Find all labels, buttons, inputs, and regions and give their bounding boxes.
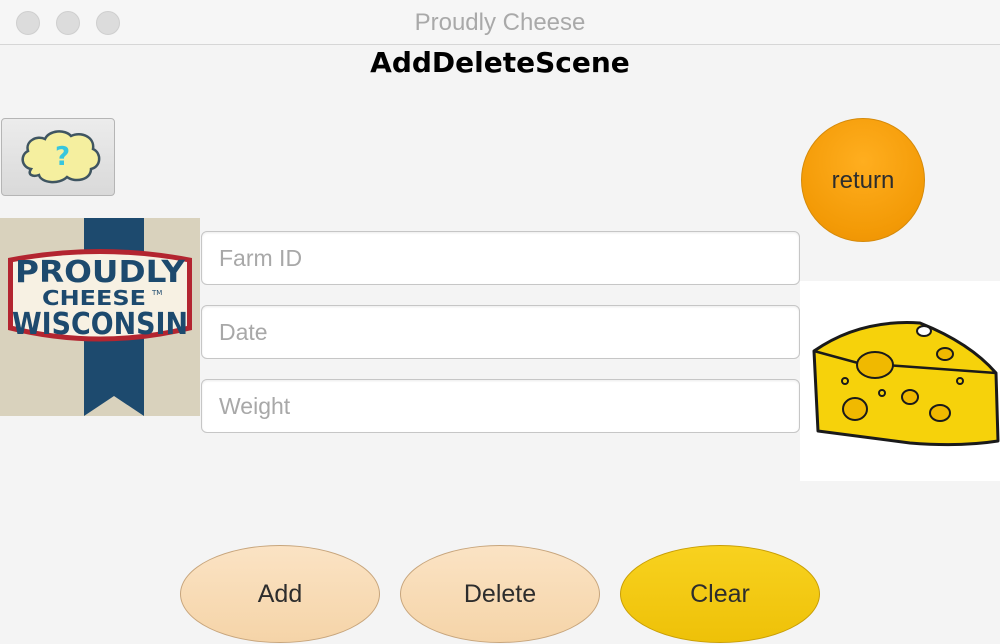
date-field[interactable] bbox=[201, 305, 800, 359]
return-button[interactable]: return bbox=[801, 118, 925, 242]
add-button[interactable]: Add bbox=[180, 545, 380, 643]
svg-text:PROUDLY: PROUDLY bbox=[15, 255, 186, 290]
delete-button[interactable]: Delete bbox=[400, 545, 600, 643]
svg-text:WISCONSIN: WISCONSIN bbox=[12, 307, 188, 342]
scene-title: AddDeleteScene bbox=[370, 46, 630, 79]
clear-button[interactable]: Clear bbox=[620, 545, 820, 643]
window-title: Proudly Cheese bbox=[414, 9, 586, 36]
window-titlebar: Proudly Cheese bbox=[0, 0, 1000, 45]
help-question-mark: ? bbox=[55, 142, 70, 172]
proudly-wisconsin-cheese-logo: PROUDLY CHEESE TM WISCONSIN bbox=[0, 218, 200, 416]
help-button[interactable]: ? bbox=[1, 118, 115, 196]
question-cloud-icon: ? bbox=[21, 130, 101, 184]
farm-id-field[interactable] bbox=[201, 231, 800, 285]
weight-field[interactable] bbox=[201, 379, 800, 433]
cheese-wedge-image bbox=[800, 281, 1000, 481]
svg-text:TM: TM bbox=[151, 289, 162, 297]
